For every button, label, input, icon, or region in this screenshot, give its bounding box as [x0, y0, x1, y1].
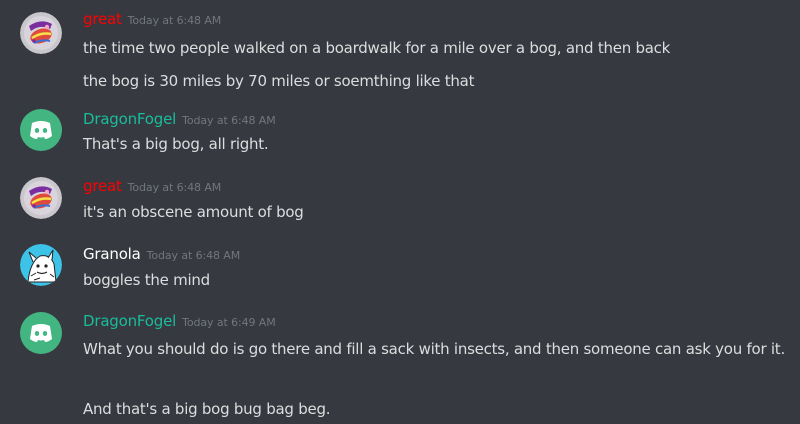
message-timestamp: Today at 6:48 AM [127, 14, 222, 27]
message-text: the time two people walked on a boardwal… [83, 39, 671, 57]
message-timestamp: Today at 6:48 AM [127, 181, 222, 194]
message-header: Granola Today at 6:48 AM [83, 244, 240, 264]
discord-logo-icon[interactable] [20, 312, 62, 354]
candy-avatar-icon[interactable] [20, 177, 62, 219]
message-timestamp: Today at 6:48 AM [182, 114, 276, 127]
author-name[interactable]: Granola [83, 245, 141, 263]
message-header: great Today at 6:48 AM [83, 176, 221, 196]
candy-avatar-icon[interactable] [20, 12, 62, 54]
message-text: it's an obscene amount of bog [83, 203, 304, 221]
message-text: boggles the mind [83, 271, 210, 289]
author-name[interactable]: great [83, 177, 122, 195]
author-name[interactable]: DragonFogel [83, 110, 176, 128]
message-text: What you should do is go there and fill … [83, 340, 785, 358]
message-timestamp: Today at 6:48 AM [146, 249, 241, 262]
message-header: DragonFogel Today at 6:48 AM [83, 109, 276, 129]
message-text: the bog is 30 miles by 70 miles or soemt… [83, 72, 475, 90]
message-timestamp: Today at 6:49 AM [182, 316, 276, 329]
message-header: DragonFogel Today at 6:49 AM [83, 311, 276, 331]
sketch-character-avatar-icon[interactable] [20, 244, 62, 286]
author-name[interactable]: great [83, 10, 122, 28]
message-text: That's a big bog, all right. [83, 135, 269, 153]
author-name[interactable]: DragonFogel [83, 312, 176, 330]
discord-logo-icon[interactable] [20, 109, 62, 151]
message-header: great Today at 6:48 AM [83, 9, 221, 29]
message-text: And that's a big bog bug bag beg. [83, 400, 331, 418]
